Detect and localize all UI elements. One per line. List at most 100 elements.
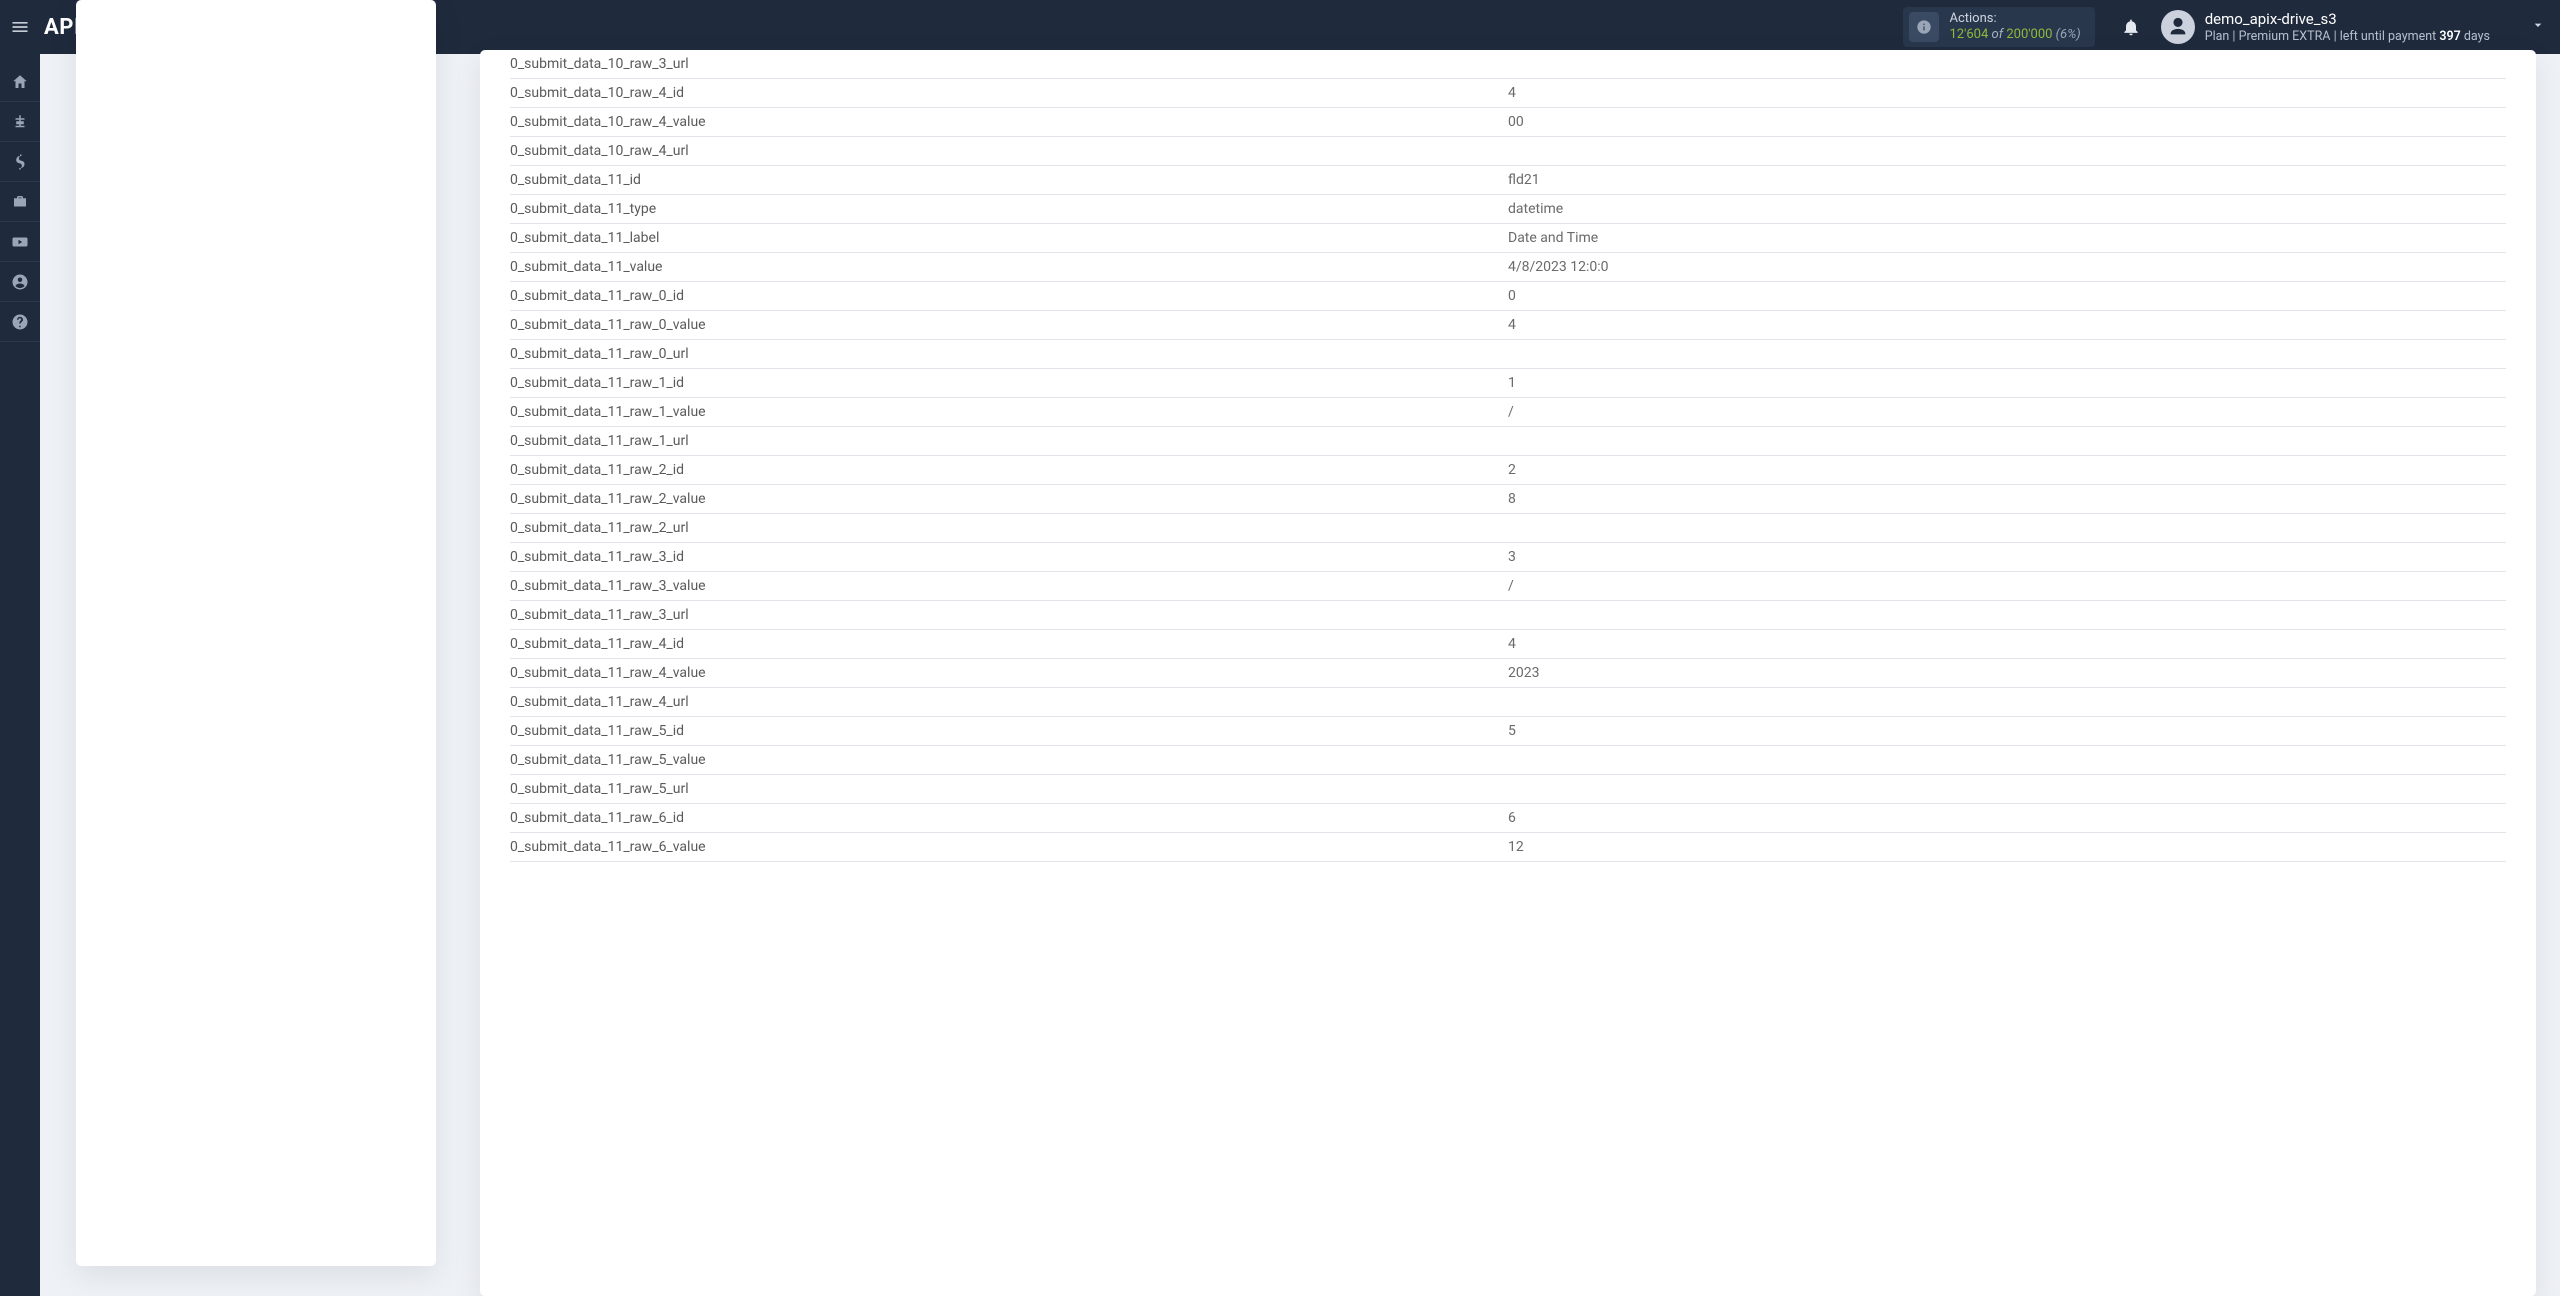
sidebar — [0, 54, 40, 1296]
data-value: fld21 — [1508, 166, 2506, 195]
table-row: 0_submit_data_11_raw_2_id2 — [510, 456, 2506, 485]
youtube-icon — [11, 233, 29, 251]
table-row: 0_submit_data_11_raw_1_id1 — [510, 369, 2506, 398]
data-value: / — [1508, 572, 2506, 601]
table-row: 0_submit_data_11_raw_5_id5 — [510, 717, 2506, 746]
info-icon — [1909, 12, 1939, 42]
data-key: 0_submit_data_11_type — [510, 195, 1508, 224]
data-value: / — [1508, 398, 2506, 427]
sidebar-item-home[interactable] — [0, 62, 40, 102]
data-key: 0_submit_data_11_raw_0_url — [510, 340, 1508, 369]
brand-x: X — [81, 15, 99, 40]
data-key: 0_submit_data_11_raw_2_id — [510, 456, 1508, 485]
table-row: 0_submit_data_11_raw_4_value2023 — [510, 659, 2506, 688]
chevron-down-icon — [2530, 17, 2546, 37]
data-value: 4 — [1508, 79, 2506, 108]
data-key: 0_submit_data_11_raw_5_value — [510, 746, 1508, 775]
avatar — [2161, 10, 2195, 44]
question-icon — [11, 313, 29, 331]
sidebar-item-briefcase[interactable] — [0, 182, 40, 222]
actions-used: 12'604 — [1949, 27, 1988, 42]
table-row: 0_submit_data_11_typedatetime — [510, 195, 2506, 224]
table-row: 0_submit_data_11_raw_1_url — [510, 427, 2506, 456]
data-value — [1508, 137, 2506, 166]
table-row: 0_submit_data_10_raw_4_id4 — [510, 79, 2506, 108]
data-value — [1508, 340, 2506, 369]
data-value: 2 — [1508, 456, 2506, 485]
table-row: 0_submit_data_11_labelDate and Time — [510, 224, 2506, 253]
main-area: 0_submit_data_10_raw_3_url0_submit_data_… — [40, 54, 2560, 1296]
actions-total: 200'000 — [2006, 27, 2052, 42]
table-row: 0_submit_data_11_raw_4_id4 — [510, 630, 2506, 659]
data-key: 0_submit_data_11_value — [510, 253, 1508, 282]
data-key: 0_submit_data_11_raw_4_id — [510, 630, 1508, 659]
body: 0_submit_data_10_raw_3_url0_submit_data_… — [0, 54, 2560, 1296]
briefcase-icon — [11, 193, 29, 211]
data-value: 12 — [1508, 833, 2506, 862]
data-value — [1508, 775, 2506, 804]
data-value: 3 — [1508, 543, 2506, 572]
table-row: 0_submit_data_11_raw_0_id0 — [510, 282, 2506, 311]
data-value: 4 — [1508, 630, 2506, 659]
data-value: 6 — [1508, 804, 2506, 833]
data-value: 2023 — [1508, 659, 2506, 688]
plan-mid: | left until payment — [2334, 29, 2437, 44]
actions-label: Actions: — [1949, 11, 2080, 27]
table-row: 0_submit_data_10_raw_3_url — [510, 50, 2506, 79]
data-preview-panel: 0_submit_data_10_raw_3_url0_submit_data_… — [480, 50, 2536, 1296]
left-gutter — [40, 54, 76, 1296]
user-menu[interactable]: demo_apix-drive_s3 Plan | Premium EXTRA … — [2161, 10, 2546, 44]
username: demo_apix-drive_s3 — [2205, 10, 2490, 29]
data-key: 0_submit_data_11_raw_0_id — [510, 282, 1508, 311]
sidebar-item-billing[interactable] — [0, 142, 40, 182]
data-key: 0_submit_data_11_raw_5_id — [510, 717, 1508, 746]
table-row: 0_submit_data_11_raw_6_id6 — [510, 804, 2506, 833]
actions-of: of — [1992, 27, 2004, 42]
sidebar-item-account[interactable] — [0, 262, 40, 302]
table-row: 0_submit_data_11_raw_1_value/ — [510, 398, 2506, 427]
bell-icon — [2121, 17, 2141, 37]
data-value: 0 — [1508, 282, 2506, 311]
table-row: 0_submit_data_11_raw_5_url — [510, 775, 2506, 804]
data-table: 0_submit_data_10_raw_3_url0_submit_data_… — [510, 50, 2506, 862]
sidebar-item-videos[interactable] — [0, 222, 40, 262]
user-lines: demo_apix-drive_s3 Plan | Premium EXTRA … — [2205, 10, 2490, 44]
data-value: 4/8/2023 12:0:0 — [1508, 253, 2506, 282]
data-key: 0_submit_data_11_raw_6_value — [510, 833, 1508, 862]
data-key: 0_submit_data_11_raw_3_id — [510, 543, 1508, 572]
data-value: datetime — [1508, 195, 2506, 224]
data-value: 4 — [1508, 311, 2506, 340]
actions-pct: (6%) — [2056, 27, 2081, 42]
data-key: 0_submit_data_11_raw_4_value — [510, 659, 1508, 688]
table-row: 0_submit_data_11_raw_6_value12 — [510, 833, 2506, 862]
hamburger-icon — [10, 17, 30, 37]
data-key: 0_submit_data_10_raw_4_id — [510, 79, 1508, 108]
table-row: 0_submit_data_10_raw_4_value00 — [510, 108, 2506, 137]
table-row: 0_submit_data_11_raw_2_value8 — [510, 485, 2506, 514]
data-value — [1508, 688, 2506, 717]
menu-toggle[interactable] — [0, 0, 40, 54]
plan-days: 397 — [2439, 29, 2460, 44]
table-row: 0_submit_data_11_raw_3_value/ — [510, 572, 2506, 601]
table-row: 0_submit_data_10_raw_4_url — [510, 137, 2506, 166]
data-value: 1 — [1508, 369, 2506, 398]
data-key: 0_submit_data_11_label — [510, 224, 1508, 253]
data-key: 0_submit_data_10_raw_3_url — [510, 50, 1508, 79]
table-row: 0_submit_data_11_idfld21 — [510, 166, 2506, 195]
data-key: 0_submit_data_11_raw_0_value — [510, 311, 1508, 340]
data-key: 0_submit_data_11_raw_1_url — [510, 427, 1508, 456]
data-key: 0_submit_data_11_raw_2_url — [510, 514, 1508, 543]
notifications-button[interactable] — [2113, 17, 2149, 37]
plan-prefix: Plan | — [2205, 29, 2236, 44]
table-row: 0_submit_data_11_raw_3_id3 — [510, 543, 2506, 572]
actions-usage[interactable]: Actions: 12'604 of 200'000 (6%) — [1903, 7, 2094, 48]
data-value — [1508, 50, 2506, 79]
data-value: 00 — [1508, 108, 2506, 137]
data-key: 0_submit_data_11_raw_5_url — [510, 775, 1508, 804]
data-value — [1508, 427, 2506, 456]
sidebar-item-help[interactable] — [0, 302, 40, 342]
actions-lines: Actions: 12'604 of 200'000 (6%) — [1949, 11, 2080, 44]
sidebar-item-connections[interactable] — [0, 102, 40, 142]
data-value — [1508, 746, 2506, 775]
left-config-panel — [76, 0, 436, 1266]
